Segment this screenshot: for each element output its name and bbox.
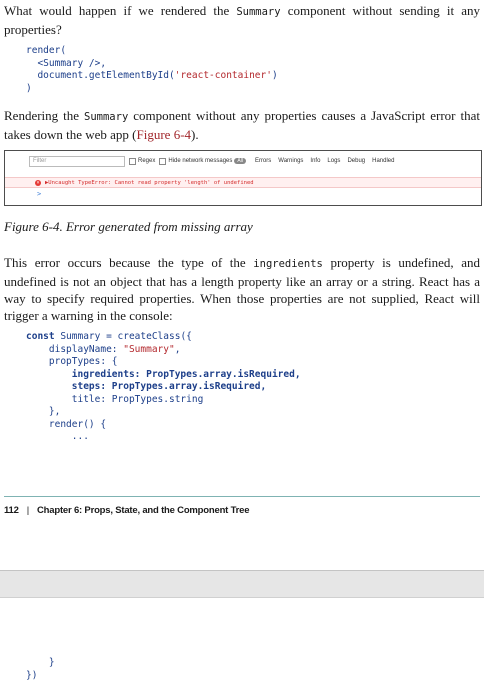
code-line: const Summary = createClass({ bbox=[26, 331, 192, 342]
figure-caption: Figure 6-4. Error generated from missing… bbox=[4, 219, 253, 234]
level-debug[interactable]: Debug bbox=[347, 158, 365, 164]
explanation-paragraph: This error occurs because the type of th… bbox=[4, 255, 480, 323]
regex-checkbox[interactable] bbox=[129, 157, 136, 165]
code-line: steps: PropTypes.array.isRequired, bbox=[26, 381, 267, 392]
code-line: ingredients: PropTypes.array.isRequired, bbox=[26, 368, 301, 380]
code-line: propTypes: { bbox=[26, 356, 118, 367]
code-line: document.getElementById('react-container… bbox=[26, 70, 278, 81]
code-line: }) bbox=[26, 669, 38, 681]
level-logs[interactable]: Logs bbox=[327, 158, 340, 164]
error-message: ▶Uncaught TypeError: Cannot read propert… bbox=[45, 180, 254, 186]
code-line: render() { bbox=[26, 418, 107, 430]
footer-separator: | bbox=[26, 505, 30, 516]
error-paragraph: Rendering the Summary component without … bbox=[4, 108, 480, 142]
code-block-proptypes: const Summary = createClass({ displayNam… bbox=[26, 331, 301, 444]
page-number: 112 bbox=[4, 505, 19, 516]
console-screenshot: Filter Regex Hide network messages All E… bbox=[4, 150, 482, 206]
level-handled[interactable]: Handled bbox=[372, 158, 394, 164]
code-line: }, bbox=[26, 406, 61, 417]
next-page: } }) bbox=[0, 598, 484, 685]
code-line: ... bbox=[26, 431, 89, 442]
code-line: } bbox=[26, 657, 55, 668]
code-line: displayName: "Summary", bbox=[26, 343, 181, 355]
chapter-title: Chapter 6: Props, State, and the Compone… bbox=[37, 505, 250, 516]
intro-paragraph: What would happen if we rendered the Sum… bbox=[4, 3, 480, 37]
footer-divider bbox=[4, 496, 480, 497]
level-info[interactable]: Info bbox=[310, 158, 320, 164]
regex-label: Regex bbox=[138, 158, 156, 164]
code-line: render( bbox=[26, 45, 67, 56]
code-block-render: render( <Summary />, document.getElement… bbox=[26, 45, 278, 95]
page-gap bbox=[0, 570, 484, 598]
hide-network-checkbox[interactable] bbox=[159, 157, 167, 165]
inline-code: Summary bbox=[84, 111, 129, 123]
level-errors[interactable]: Errors bbox=[255, 158, 271, 164]
level-warnings[interactable]: Warnings bbox=[278, 158, 303, 164]
code-line: title: PropTypes.string bbox=[26, 393, 204, 405]
code-block-continued: } }) bbox=[26, 657, 55, 682]
inline-code: Summary bbox=[236, 6, 281, 18]
console-toolbar: Filter Regex Hide network messages All E… bbox=[5, 151, 481, 171]
figure-link[interactable]: Figure 6-4 bbox=[137, 127, 192, 142]
error-icon: × bbox=[35, 180, 41, 186]
hide-network-label: Hide network messages bbox=[168, 158, 233, 164]
page-footer: 112 | Chapter 6: Props, State, and the Com… bbox=[4, 505, 250, 516]
console-prompt-chevron-icon[interactable]: > bbox=[37, 190, 41, 198]
code-line: <Summary />, bbox=[26, 57, 107, 69]
all-badge[interactable]: All bbox=[234, 158, 246, 164]
filter-input[interactable]: Filter bbox=[29, 155, 125, 167]
console-error-row[interactable]: × ▶Uncaught TypeError: Cannot read prope… bbox=[5, 177, 481, 188]
book-page: What would happen if we rendered the Sum… bbox=[0, 0, 484, 570]
inline-code: ingredients bbox=[253, 258, 323, 270]
log-level-filters: Errors Warnings Info Logs Debug Handled bbox=[248, 158, 395, 164]
code-line: ) bbox=[26, 82, 32, 94]
